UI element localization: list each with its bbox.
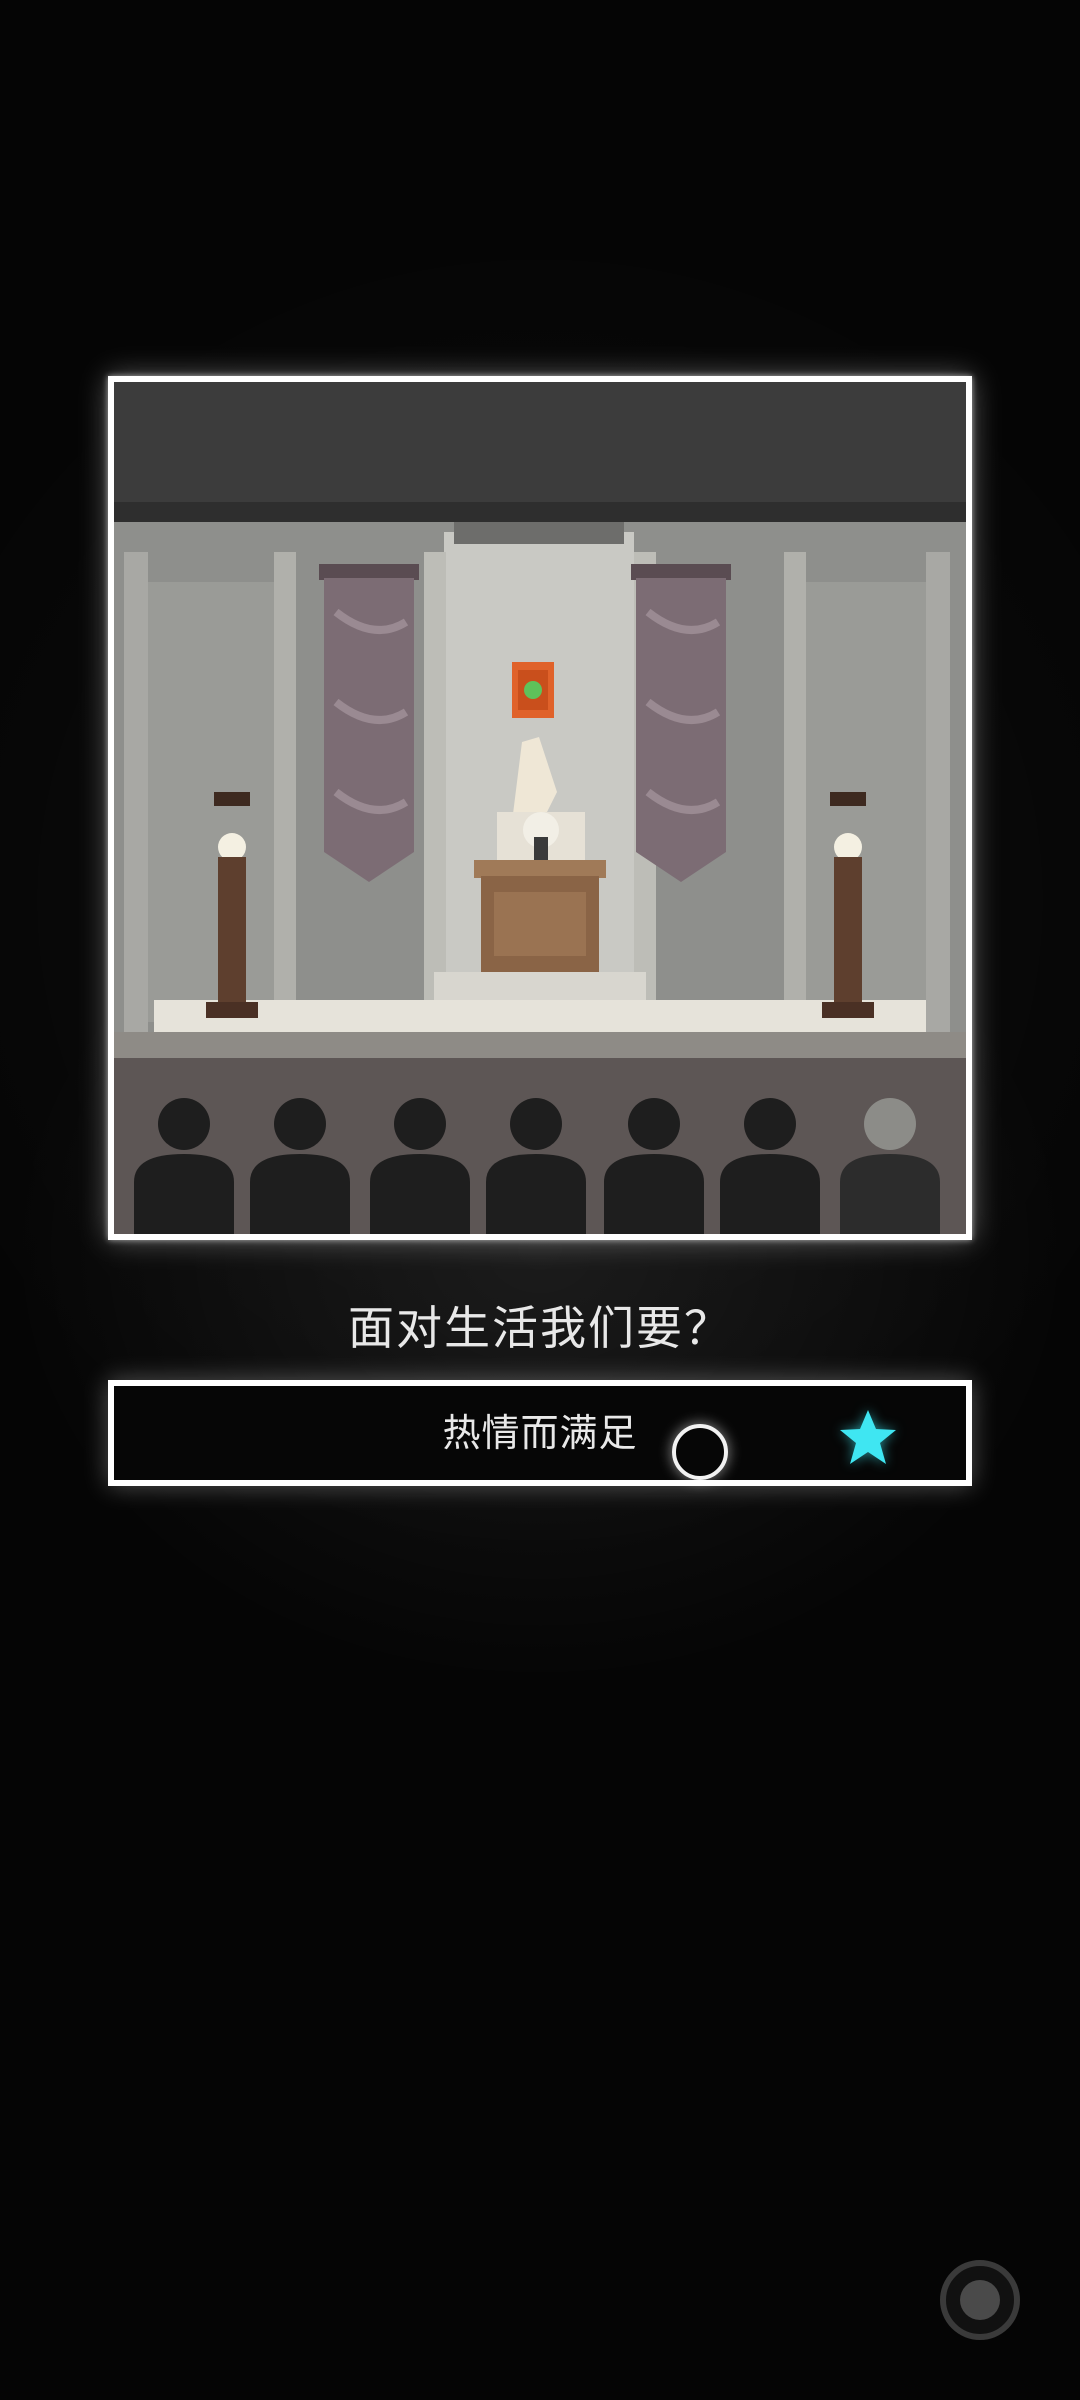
answer-option[interactable]: 热情而满足 [108,1380,972,1486]
game-screen: 面对生活我们要？ 热情而满足 [0,0,1080,2400]
record-circle-icon[interactable] [940,2260,1020,2340]
scene-illustration [108,376,972,1240]
menu-button-dot [960,2280,1000,2320]
question-text: 面对生活我们要？ [348,1301,732,1355]
star-icon [838,1408,898,1466]
circle-cursor-icon [672,1424,728,1480]
lecture-hall-scene-icon [114,382,966,1234]
